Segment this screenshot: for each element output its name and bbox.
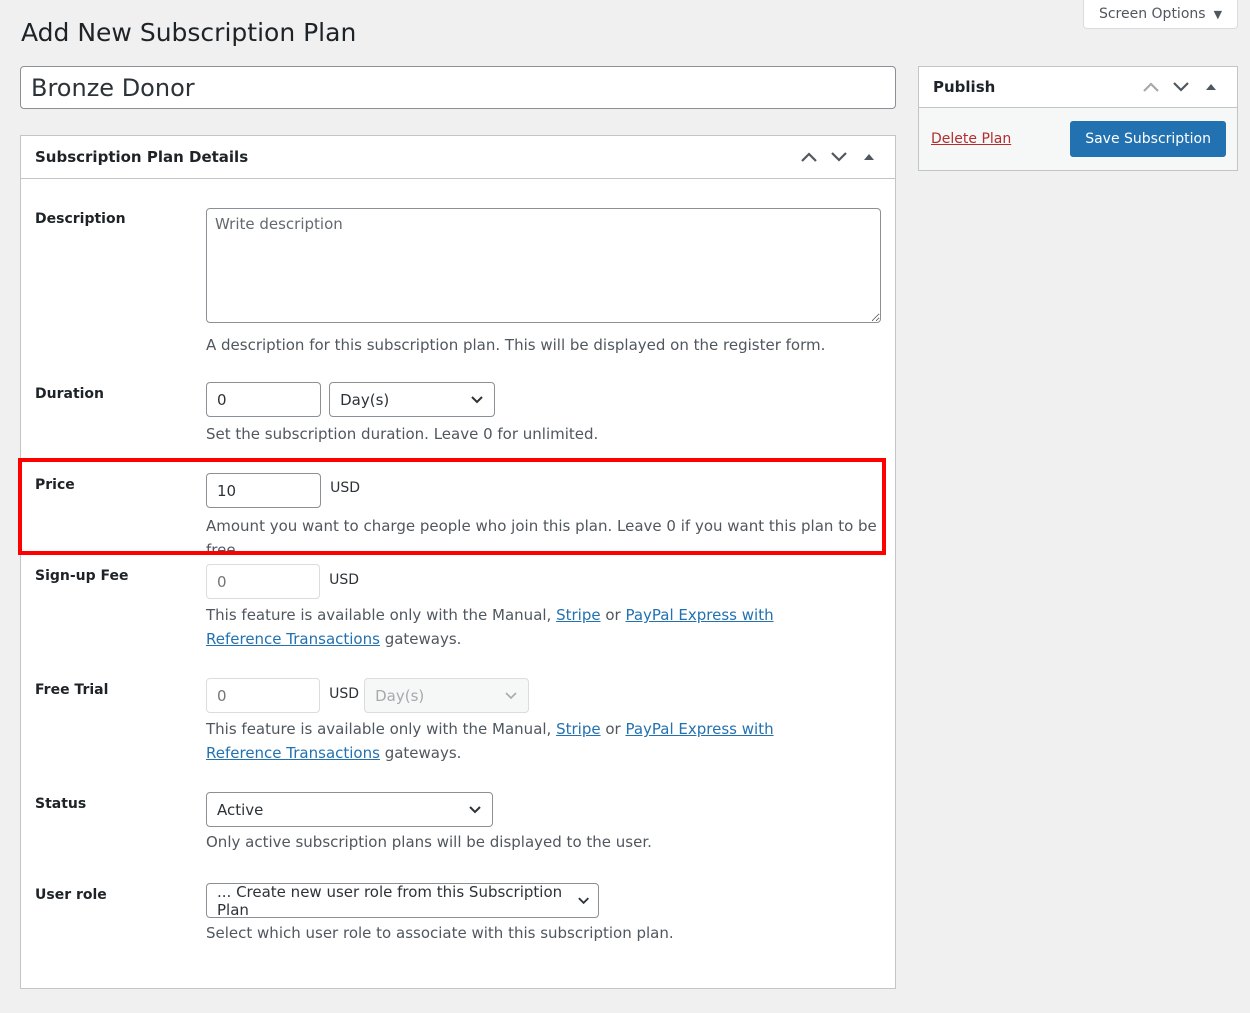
- chevron-down-icon: [578, 897, 589, 905]
- duration-unit-value: Day(s): [340, 390, 390, 409]
- screen-options-label: Screen Options: [1098, 6, 1206, 22]
- price-label: Price: [35, 477, 75, 493]
- free-trial-help-suffix: gateways.: [379, 744, 462, 762]
- chevron-down-icon: [469, 806, 481, 814]
- signup-fee-help: This feature is available only with the …: [206, 603, 826, 651]
- triangle-up-icon[interactable]: [857, 145, 881, 169]
- duration-help: Set the subscription duration. Leave 0 f…: [206, 425, 599, 443]
- status-value: Active: [217, 800, 264, 819]
- subscription-plan-details-box: Subscription Plan Details Description A …: [20, 135, 896, 989]
- free-trial-help-text: This feature is available only with the …: [206, 720, 557, 738]
- chevron-up-icon[interactable]: [797, 145, 821, 169]
- plan-name-input[interactable]: [20, 66, 896, 109]
- chevron-down-icon: [505, 692, 517, 700]
- free-trial-label: Free Trial: [35, 682, 109, 698]
- duration-input[interactable]: [206, 382, 321, 417]
- triangle-down-icon: ▼: [1213, 7, 1223, 21]
- duration-unit-select[interactable]: Day(s): [329, 382, 496, 417]
- user-role-help: Select which user role to associate with…: [206, 924, 674, 942]
- signup-fee-help-suffix: gateways.: [379, 630, 462, 648]
- price-input[interactable]: [206, 473, 321, 508]
- free-trial-help-or: or: [600, 720, 626, 738]
- signup-fee-currency: USD: [329, 572, 360, 588]
- signup-fee-input: [206, 564, 320, 599]
- delete-plan-link[interactable]: Delete Plan: [931, 131, 1011, 147]
- publish-box: Publish Delete Plan Save Subscription: [918, 66, 1238, 171]
- save-subscription-button[interactable]: Save Subscription: [1070, 121, 1226, 157]
- chevron-up-icon[interactable]: [1139, 75, 1163, 99]
- signup-fee-help-text: This feature is available only with the …: [206, 606, 557, 624]
- status-select[interactable]: Active: [206, 792, 493, 827]
- price-currency: USD: [330, 480, 361, 496]
- free-trial-input: [206, 678, 320, 713]
- free-trial-unit-value: Day(s): [375, 686, 425, 705]
- details-box-title: Subscription Plan Details: [35, 148, 249, 166]
- screen-options-button[interactable]: Screen Options ▼: [1083, 0, 1238, 29]
- status-help: Only active subscription plans will be d…: [206, 833, 652, 851]
- user-role-label: User role: [35, 887, 107, 903]
- page-title: Add New Subscription Plan: [21, 18, 357, 47]
- description-textarea[interactable]: [206, 208, 881, 323]
- details-box-header: Subscription Plan Details: [21, 136, 895, 179]
- publish-box-header: Publish: [919, 67, 1237, 108]
- signup-fee-label: Sign-up Fee: [35, 568, 129, 584]
- user-role-value: ... Create new user role from this Subsc…: [217, 882, 563, 919]
- description-help: A description for this subscription plan…: [206, 336, 826, 354]
- chevron-down-icon[interactable]: [827, 145, 851, 169]
- stripe-link[interactable]: Stripe: [556, 606, 601, 624]
- status-label: Status: [35, 796, 87, 812]
- free-trial-help: This feature is available only with the …: [206, 717, 826, 765]
- publish-actions: Delete Plan Save Subscription: [919, 108, 1237, 170]
- chevron-down-icon: [471, 396, 483, 404]
- stripe-link[interactable]: Stripe: [556, 720, 601, 738]
- free-trial-currency: USD: [329, 686, 360, 702]
- free-trial-unit-select: Day(s): [364, 678, 530, 713]
- signup-fee-help-or: or: [600, 606, 626, 624]
- chevron-down-icon[interactable]: [1169, 75, 1193, 99]
- description-label: Description: [35, 211, 126, 227]
- triangle-up-icon[interactable]: [1199, 75, 1223, 99]
- duration-label: Duration: [35, 386, 105, 402]
- price-help: Amount you want to charge people who joi…: [206, 517, 877, 559]
- user-role-select[interactable]: ... Create new user role from this Subsc…: [206, 882, 599, 919]
- publish-box-title: Publish: [933, 78, 996, 96]
